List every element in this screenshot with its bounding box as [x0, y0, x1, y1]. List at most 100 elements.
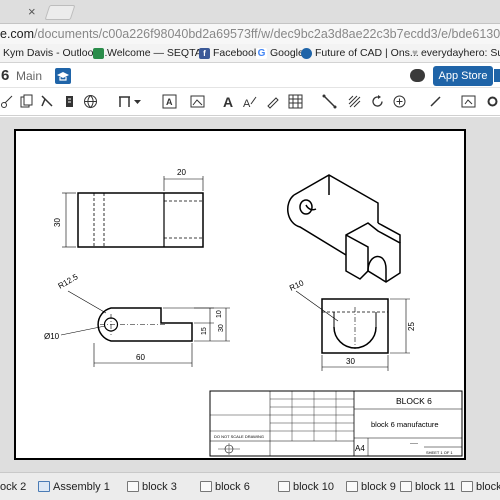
bookmark-google[interactable]: G Google	[256, 47, 304, 59]
tab-block-9[interactable]: block 9	[346, 478, 396, 495]
dim-side-radius: R12.5	[57, 272, 80, 291]
tab-label: block 10	[293, 480, 334, 493]
drawing-icon	[461, 481, 473, 492]
drawing-icon	[400, 481, 412, 492]
rotate-icon[interactable]	[370, 94, 385, 109]
title-block-size: A4	[355, 444, 365, 453]
dim-side-length: 60	[136, 353, 145, 362]
bookmark-label: everydayhero: Sund	[420, 47, 500, 59]
tab-block-10[interactable]: block 10	[278, 478, 334, 495]
tab-label: Assembly 1	[53, 480, 110, 493]
title-block-subtitle: block 6 manufacture	[371, 420, 439, 429]
bookmark-label: Welcome — SEQTA...	[107, 47, 211, 59]
line-icon[interactable]	[322, 94, 337, 109]
tab-block-2[interactable]: ock 2	[0, 478, 26, 495]
tab-label: block 6	[215, 480, 250, 493]
text-icon[interactable]: A	[221, 94, 236, 109]
address-bar[interactable]: e.com/documents/c00a226f98040bd2a69573ff…	[0, 24, 500, 44]
bookmark-outlook[interactable]: Kym Davis - Outlook...	[0, 47, 107, 59]
settings-icon[interactable]	[485, 94, 500, 109]
format-icon[interactable]	[40, 94, 55, 109]
front-view[interactable]	[62, 176, 204, 248]
bookmark-seqta[interactable]: Welcome — SEQTA...	[93, 47, 210, 59]
dimension-icon[interactable]	[428, 94, 443, 109]
seqta-icon	[93, 47, 104, 59]
dim-side-step: 10	[216, 310, 223, 318]
cut-icon[interactable]	[0, 94, 15, 109]
tab-block-11[interactable]: block 11	[400, 478, 455, 495]
insert-icon[interactable]	[62, 94, 77, 109]
drawing-svg: 20 30 R12.5 Ø10 60 10 15 30 R10 30 25 BL…	[44, 168, 463, 457]
heart-icon: ♥	[412, 47, 418, 59]
dim-side-height1: 15	[201, 327, 208, 335]
bookmark-label: Facebook	[213, 47, 260, 59]
app-store-button[interactable]: App Store	[433, 66, 493, 86]
title-block-sheet: SHEET 1 OF 1	[426, 450, 453, 455]
center-mark-icon[interactable]	[392, 94, 407, 109]
onshape-icon	[301, 47, 312, 59]
title-block-rev: ----	[410, 441, 418, 447]
svg-text:A: A	[243, 98, 251, 109]
svg-text:A: A	[223, 94, 233, 109]
facebook-icon: f	[199, 47, 210, 59]
dim-front-height: 30	[53, 218, 62, 227]
learning-center-icon[interactable]	[55, 68, 71, 84]
dim-right-width: 30	[346, 357, 355, 366]
new-tab-button[interactable]	[44, 5, 76, 20]
bookmarks-bar: Kym Davis - Outlook... Welcome — SEQTA..…	[0, 44, 500, 63]
drawing-toolbar: A A A	[0, 88, 500, 116]
drawing-canvas[interactable]: 20 30 R12.5 Ø10 60 10 15 30 R10 30 25 BL…	[0, 117, 500, 472]
bookmark-facebook[interactable]: f Facebook	[199, 47, 259, 59]
dim-side-hole: Ø10	[44, 332, 60, 341]
title-block-dnd: DO NOT SCALE DRAWING	[214, 434, 264, 439]
drawing-icon	[200, 481, 212, 492]
chevron-down-icon[interactable]	[133, 94, 142, 109]
url-text[interactable]: e.com/documents/c00a226f98040bd2a69573ff…	[0, 27, 500, 41]
copy-icon[interactable]	[19, 94, 34, 109]
bookmark-label: Kym Davis - Outlook...	[3, 47, 108, 59]
tab-assembly-1[interactable]: Assembly 1	[38, 478, 110, 495]
tab-label: block 11	[415, 480, 456, 493]
dim-front-width: 20	[177, 168, 186, 177]
app-header: 6 Main App Store	[0, 63, 500, 88]
tab-label: block 5	[476, 480, 500, 493]
tab-close-icon[interactable]: ×	[28, 5, 36, 19]
tab-label: block 9	[361, 480, 396, 493]
url-path: /documents/c00a226f98040bd2a69573ff/w/de…	[34, 27, 500, 41]
hatch-icon[interactable]	[347, 94, 362, 109]
tab-label: block 3	[142, 480, 177, 493]
bookmark-onshape[interactable]: Future of CAD | Ons...	[301, 47, 419, 59]
text-box-icon[interactable]: A	[162, 94, 177, 109]
globe-icon[interactable]	[83, 94, 98, 109]
dim-side-height2: 30	[218, 324, 225, 332]
tab-label: ock 2	[0, 480, 27, 493]
tab-block-6[interactable]: block 6	[200, 478, 250, 495]
drawing-icon	[346, 481, 358, 492]
more-button[interactable]	[494, 69, 500, 82]
url-domain: e.com	[0, 27, 35, 41]
document-number: 6	[1, 67, 10, 84]
dim-right-radius: R10	[288, 278, 306, 293]
chat-icon[interactable]	[410, 69, 425, 82]
tab-block-5[interactable]: block 5	[461, 478, 500, 495]
bookmark-everydayhero[interactable]: ♥everydayhero: Sund	[412, 47, 500, 59]
bookmark-label: Google	[270, 47, 304, 59]
drawing-sheet[interactable]: 20 30 R12.5 Ø10 60 10 15 30 R10 30 25 BL…	[14, 129, 466, 460]
image-icon[interactable]	[190, 94, 205, 109]
browser-tab-strip: ×	[0, 0, 500, 24]
note-icon[interactable]: A	[242, 94, 257, 109]
dim-right-height: 25	[407, 322, 416, 331]
svg-text:A: A	[166, 97, 173, 107]
workspace-main-label[interactable]: Main	[16, 69, 42, 83]
drawing-icon	[278, 481, 290, 492]
tab-block-3[interactable]: block 3	[127, 478, 177, 495]
export-icon[interactable]	[461, 94, 476, 109]
edit-icon[interactable]	[265, 94, 280, 109]
bookmark-label: Future of CAD | Ons...	[315, 47, 419, 59]
view-icon[interactable]	[117, 94, 132, 109]
element-tab-bar: ock 2 Assembly 1 block 3 block 6 block 1…	[0, 472, 500, 500]
isometric-view[interactable]	[287, 174, 401, 283]
title-block-title: BLOCK 6	[396, 396, 432, 406]
assembly-icon	[38, 481, 50, 492]
table-icon[interactable]	[288, 94, 303, 109]
